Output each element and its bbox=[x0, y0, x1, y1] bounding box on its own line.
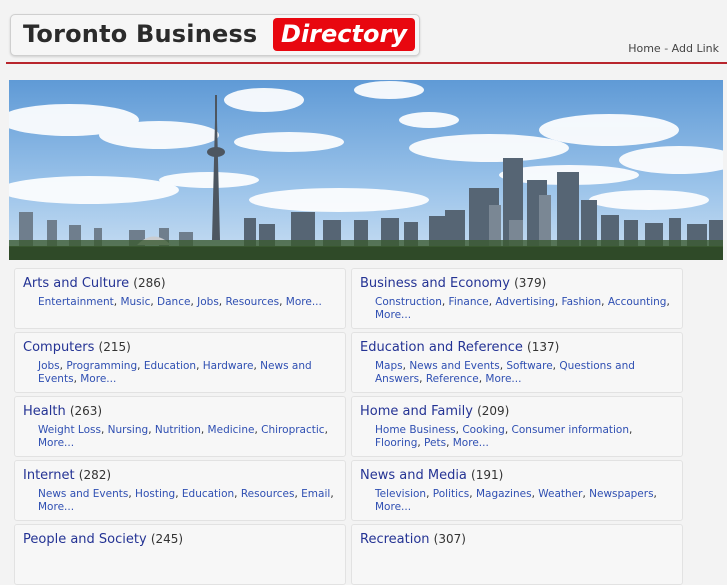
subcategory-link[interactable]: Newspapers bbox=[589, 488, 653, 500]
more-link[interactable]: More... bbox=[80, 373, 116, 385]
subcategory-link[interactable]: Hardware bbox=[203, 360, 254, 372]
category-card-internet: Internet (282) News and Events, Hosting,… bbox=[14, 460, 346, 521]
toronto-skyline-banner bbox=[9, 80, 723, 260]
subcategory-link[interactable]: Consumer information bbox=[512, 424, 629, 436]
add-link-link[interactable]: Add Link bbox=[672, 42, 719, 55]
subcategory-link[interactable]: News and Events bbox=[38, 488, 128, 500]
category-count: (215) bbox=[98, 340, 131, 354]
logo-text: Toronto Business bbox=[23, 20, 258, 48]
more-link[interactable]: More... bbox=[375, 501, 411, 513]
more-link[interactable]: More... bbox=[375, 309, 411, 321]
subcategory-link[interactable]: Home Business bbox=[375, 424, 456, 436]
category-card-arts: Arts and Culture (286) Entertainment, Mu… bbox=[14, 268, 346, 329]
category-count: (191) bbox=[471, 468, 504, 482]
subcategory-link[interactable]: Nursing bbox=[108, 424, 149, 436]
site-logo[interactable]: Toronto Business Directory bbox=[10, 14, 420, 56]
subcategory-link[interactable]: Programming bbox=[66, 360, 137, 372]
category-card-business: Business and Economy (379) Construction,… bbox=[351, 268, 683, 329]
top-nav: Home - Add Link bbox=[628, 42, 719, 55]
subcategory-link[interactable]: Maps bbox=[375, 360, 403, 372]
category-count: (209) bbox=[477, 404, 510, 418]
subcategory-link[interactable]: Cooking bbox=[462, 424, 505, 436]
category-count: (379) bbox=[514, 276, 547, 290]
subcategory-link[interactable]: Chiropractic bbox=[261, 424, 324, 436]
category-title[interactable]: Home and Family bbox=[360, 404, 473, 419]
category-count: (286) bbox=[133, 276, 166, 290]
category-title[interactable]: Internet bbox=[23, 468, 75, 483]
more-link[interactable]: More... bbox=[38, 501, 74, 513]
category-card-education: Education and Reference (137) Maps, News… bbox=[351, 332, 683, 393]
subcategory-link[interactable]: Education bbox=[144, 360, 196, 372]
subcategory-link[interactable]: Flooring bbox=[375, 437, 417, 449]
subcategory-link[interactable]: Fashion bbox=[562, 296, 602, 308]
subcategory-link[interactable]: Weight Loss bbox=[38, 424, 101, 436]
subcategory-link[interactable]: Reference bbox=[426, 373, 479, 385]
category-card-health: Health (263) Weight Loss, Nursing, Nutri… bbox=[14, 396, 346, 457]
category-card-news: News and Media (191) Television, Politic… bbox=[351, 460, 683, 521]
category-title[interactable]: Health bbox=[23, 404, 66, 419]
subcategory-link[interactable]: Jobs bbox=[197, 296, 219, 308]
subcategory-link[interactable]: Email bbox=[301, 488, 330, 500]
more-link[interactable]: More... bbox=[453, 437, 489, 449]
subcategory-link[interactable]: News and Events bbox=[409, 360, 499, 372]
subcategory-link[interactable]: Weather bbox=[538, 488, 582, 500]
category-title[interactable]: Education and Reference bbox=[360, 340, 523, 355]
category-card-home: Home and Family (209) Home Business, Coo… bbox=[351, 396, 683, 457]
nav-separator: - bbox=[660, 42, 672, 55]
subcategory-link[interactable]: Advertising bbox=[495, 296, 554, 308]
category-count: (137) bbox=[527, 340, 560, 354]
subcategory-link[interactable]: Hosting bbox=[135, 488, 175, 500]
subcategory-link[interactable]: Resources bbox=[241, 488, 295, 500]
subcategory-link[interactable]: Software bbox=[506, 360, 552, 372]
subcategory-link[interactable]: Entertainment bbox=[38, 296, 114, 308]
more-link[interactable]: More... bbox=[38, 437, 74, 449]
subcategory-link[interactable]: Jobs bbox=[38, 360, 60, 372]
subcategory-link[interactable]: Television bbox=[375, 488, 426, 500]
logo-highlight: Directory bbox=[273, 18, 415, 51]
subcategory-link[interactable]: Education bbox=[182, 488, 234, 500]
category-title[interactable]: Computers bbox=[23, 340, 94, 355]
subcategory-link[interactable]: Music bbox=[120, 296, 150, 308]
subcategory-link[interactable]: Politics bbox=[433, 488, 470, 500]
category-title[interactable]: Business and Economy bbox=[360, 276, 510, 291]
subcategory-link[interactable]: Accounting bbox=[608, 296, 667, 308]
subcategory-link[interactable]: Medicine bbox=[208, 424, 255, 436]
category-count: (263) bbox=[69, 404, 103, 418]
subcategory-link[interactable]: Resources bbox=[225, 296, 279, 308]
category-title[interactable]: News and Media bbox=[360, 468, 467, 483]
subcategory-link[interactable]: Nutrition bbox=[155, 424, 201, 436]
category-count: (282) bbox=[78, 468, 112, 482]
subcategory-link[interactable]: Pets bbox=[424, 437, 446, 449]
category-title[interactable]: Arts and Culture bbox=[23, 276, 129, 291]
category-card-recreation: Recreation (307) bbox=[351, 524, 683, 585]
subcategory-link[interactable]: Magazines bbox=[476, 488, 532, 500]
subcategory-link[interactable]: Dance bbox=[157, 296, 190, 308]
category-card-people: People and Society (245) bbox=[14, 524, 346, 585]
more-link[interactable]: More... bbox=[485, 373, 521, 385]
category-count: (307) bbox=[433, 532, 466, 546]
home-link[interactable]: Home bbox=[628, 42, 660, 55]
header-divider bbox=[6, 62, 727, 64]
subcategory-link[interactable]: Construction bbox=[375, 296, 442, 308]
category-count: (245) bbox=[150, 532, 184, 546]
category-card-computers: Computers (215) Jobs, Programming, Educa… bbox=[14, 332, 346, 393]
subcategory-link[interactable]: Finance bbox=[449, 296, 489, 308]
more-link[interactable]: More... bbox=[286, 296, 322, 308]
